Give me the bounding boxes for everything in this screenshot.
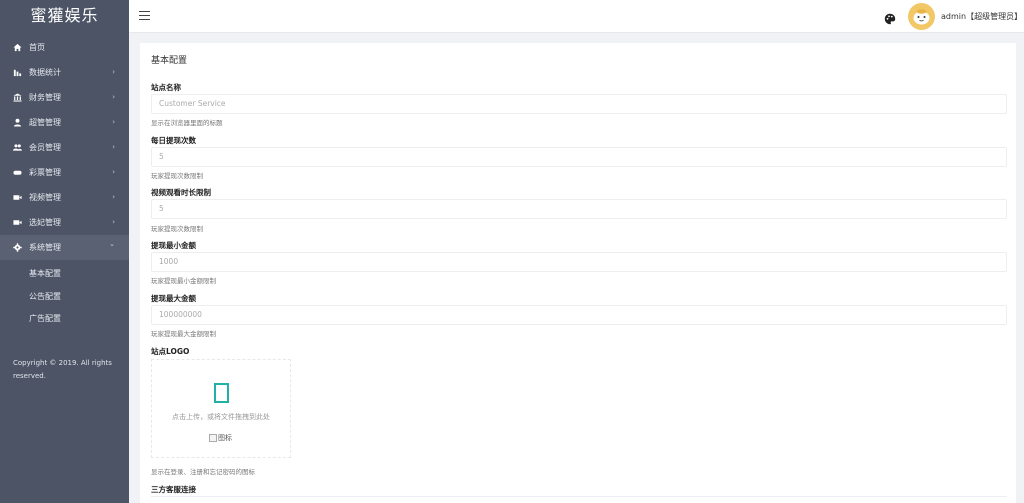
video-duration-help: 玩家提现次数限制: [151, 225, 203, 233]
palette-icon[interactable]: [884, 10, 896, 25]
site-name-label: 站点名称: [151, 83, 181, 92]
sidebar-item-finance[interactable]: 财务管理 ›: [0, 85, 129, 110]
sidebar-item-members[interactable]: 会员管理 ›: [0, 135, 129, 160]
sidebar-item-home[interactable]: 首页: [0, 35, 129, 60]
sidebar-item-label: 彩票管理: [29, 168, 61, 177]
chevron-right-icon: ›: [112, 68, 115, 76]
sidebar-subitem-basic-config[interactable]: 基本配置: [0, 263, 129, 286]
users-icon: [12, 143, 22, 153]
broken-image-icon: [209, 434, 217, 442]
sidebar: 蜜獾娱乐 首页 数据统计 › 财务管理 › 超管管理 › 会员管理 › 彩票管理: [0, 0, 129, 503]
daily-withdraw-input[interactable]: 5: [151, 147, 1007, 167]
sidebar-item-video[interactable]: 视频管理 ›: [0, 185, 129, 210]
max-withdraw-input[interactable]: 100000000: [151, 305, 1007, 325]
chevron-right-icon: ›: [112, 218, 115, 226]
service-link-label: 三方客服连接: [151, 485, 196, 494]
gear-icon: [12, 243, 22, 253]
sidebar-item-label: 超管管理: [29, 118, 61, 127]
site-name-help: 显示在浏览器里面的标题: [151, 119, 223, 127]
max-withdraw-label: 提现最大金额: [151, 294, 196, 303]
gamepad-icon: [12, 168, 22, 178]
logo-image-placeholder: 图标: [209, 433, 232, 443]
bar-chart-icon: [12, 68, 22, 78]
user-menu[interactable]: admin【超级管理员】▾: [941, 11, 1024, 22]
sidebar-item-statistics[interactable]: 数据统计 ›: [0, 60, 129, 85]
logo-upload-area[interactable]: 点击上传，或将文件拖拽到此处 图标: [151, 359, 291, 458]
min-withdraw-label: 提现最小金额: [151, 241, 196, 250]
chevron-down-icon: ⌄: [109, 240, 115, 248]
brand-logo-text[interactable]: 蜜獾娱乐: [0, 0, 129, 34]
sidebar-subitem-ad-config[interactable]: 广告配置: [0, 308, 129, 331]
chevron-right-icon: ›: [112, 168, 115, 176]
logo-image-alt: 图标: [218, 434, 232, 442]
chevron-right-icon: ›: [112, 118, 115, 126]
sidebar-item-lottery[interactable]: 彩票管理 ›: [0, 160, 129, 185]
sidebar-item-label: 财务管理: [29, 93, 61, 102]
user-name: admin【超级管理员】: [941, 12, 1023, 21]
sidebar-item-label: 选妃管理: [29, 218, 61, 227]
top-header: admin【超级管理员】▾: [129, 0, 1024, 33]
sidebar-item-system[interactable]: 系统管理 ⌄: [0, 235, 129, 260]
sidebar-nav: 首页 数据统计 › 财务管理 › 超管管理 › 会员管理 › 彩票管理 › 视频…: [0, 35, 129, 260]
sidebar-item-label: 会员管理: [29, 143, 61, 152]
site-name-input[interactable]: Customer Service: [151, 94, 1007, 114]
bank-icon: [12, 93, 22, 103]
video-duration-input[interactable]: 5: [151, 199, 1007, 219]
site-logo-help: 显示在登录、注册和忘记密码的图标: [151, 468, 255, 476]
daily-withdraw-help: 玩家提现次数限制: [151, 172, 203, 180]
sidebar-item-label: 数据统计: [29, 68, 61, 77]
chevron-right-icon: ›: [112, 93, 115, 101]
avatar[interactable]: [908, 3, 935, 30]
upload-hint: 点击上传，或将文件拖拽到此处: [172, 413, 270, 421]
sidebar-item-selection[interactable]: 选妃管理 ›: [0, 210, 129, 235]
chevron-right-icon: ›: [112, 143, 115, 151]
sidebar-item-super-admin[interactable]: 超管管理 ›: [0, 110, 129, 135]
site-logo-label: 站点LOGO: [151, 347, 190, 356]
min-withdraw-input[interactable]: 1000: [151, 252, 1007, 272]
service-link-input-edge: [151, 496, 1007, 497]
sidebar-item-label: 首页: [29, 43, 45, 52]
sidebar-subitem-notice-config[interactable]: 公告配置: [0, 286, 129, 309]
max-withdraw-help: 玩家提现最大金额限制: [151, 330, 216, 338]
sidebar-item-label: 视频管理: [29, 193, 61, 202]
menu-toggle-icon[interactable]: [139, 11, 150, 20]
config-card: 基本配置 站点名称 Customer Service 显示在浏览器里面的标题 每…: [140, 43, 1016, 503]
upload-icon: [214, 383, 229, 403]
daily-withdraw-label: 每日提现次数: [151, 136, 196, 145]
video-duration-label: 视频观看时长限制: [151, 188, 211, 197]
chevron-right-icon: ›: [112, 193, 115, 201]
video-icon: [12, 193, 22, 203]
sidebar-submenu: 基本配置 公告配置 广告配置: [0, 263, 129, 331]
page-title: 基本配置: [151, 56, 188, 66]
video-icon: [12, 218, 22, 228]
home-icon: [12, 43, 22, 53]
sidebar-item-label: 系统管理: [29, 243, 61, 252]
min-withdraw-help: 玩家提现最小金额限制: [151, 277, 216, 285]
user-icon: [12, 118, 22, 128]
copyright-text: Copyright © 2019. All rights reserved.: [13, 359, 112, 380]
